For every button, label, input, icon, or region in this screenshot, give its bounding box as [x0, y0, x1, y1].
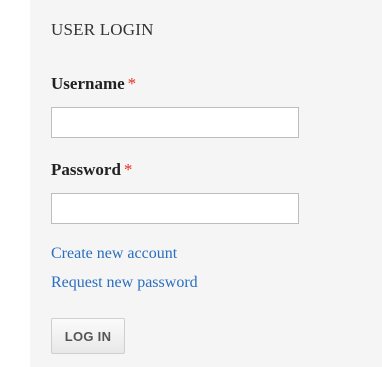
required-marker: * [127, 74, 137, 93]
create-account-link[interactable]: Create new account [51, 245, 177, 263]
required-marker: * [123, 160, 133, 179]
username-label: Username * [51, 74, 136, 94]
request-password-link[interactable]: Request new password [51, 274, 198, 292]
login-block [30, 0, 382, 367]
password-field[interactable] [51, 193, 299, 224]
block-title: USER LOGIN [51, 20, 154, 39]
password-label-text: Password [51, 160, 121, 179]
username-field[interactable] [51, 107, 299, 138]
password-label: Password * [51, 160, 132, 180]
login-button[interactable]: LOG IN [51, 318, 125, 354]
username-label-text: Username [51, 74, 125, 93]
